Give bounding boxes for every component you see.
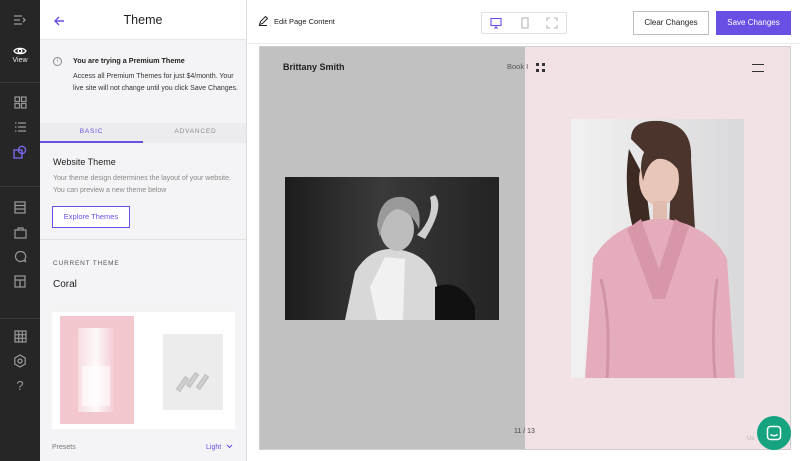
chevron-down-icon [226,444,233,449]
tab-advanced[interactable]: ADVANCED [144,123,246,143]
eye-icon [13,47,27,55]
nav-link-book[interactable]: Book I [507,62,528,71]
bag-icon[interactable] [0,226,40,239]
view-label: View [12,57,28,64]
fullscreen-icon[interactable] [546,16,558,34]
grid-icon[interactable] [0,96,40,109]
presets-value: Light [206,444,222,451]
menu-expand-icon[interactable] [0,14,40,26]
slide-counter: 11 / 13 [514,428,535,435]
info-icon: i [53,57,62,66]
black-white-portrait-photo [285,177,499,320]
view-button[interactable]: View [0,46,40,64]
current-theme-label: CURRENT THEME [53,260,120,267]
desktop-icon[interactable] [490,16,502,34]
help-icon[interactable]: ? [0,378,40,393]
notice-title: You are trying a Premium Theme [73,56,185,65]
theme-editor: View ? Theme i You are trying a Premium … [0,0,800,461]
edit-page-content-label: Edit Page Content [274,16,335,26]
page-icon[interactable] [0,275,40,288]
list-icon[interactable] [0,121,40,133]
clear-changes-button[interactable]: Clear Changes [633,11,709,35]
pink-coat-portrait-photo [571,119,744,378]
table-icon[interactable] [0,201,40,214]
explore-themes-button[interactable]: Explore Themes [52,206,130,228]
hamburger-menu-icon[interactable] [752,64,764,72]
edit-page-content-button[interactable]: Edit Page Content [258,16,335,26]
presets-dropdown[interactable]: Light [206,444,233,451]
website-theme-description: Your theme design determines the layout … [53,175,231,194]
presets-label: Presets [52,444,76,451]
save-changes-button[interactable]: Save Changes [716,11,791,35]
theme-thumbnail[interactable] [52,306,235,429]
gallery-grid-icon[interactable] [536,63,545,72]
footer-link-partial[interactable]: Us [747,436,754,442]
current-theme-name: Coral [53,279,77,290]
notice-body: Access all Premium Themes for just $4/mo… [73,73,238,92]
settings-icon[interactable] [0,354,40,368]
device-switcher [481,12,567,34]
chat-icon [766,425,782,441]
panel-header: Theme [40,0,246,40]
support-chat-button[interactable] [757,416,791,450]
website-theme-section: Website Theme Your theme design determin… [40,143,246,240]
website-theme-heading: Website Theme [53,157,116,167]
premium-notice: i You are trying a Premium Theme Access … [40,44,246,114]
apps-icon[interactable] [0,330,40,343]
panel-title: Theme [123,13,163,27]
chat-bubble-icon[interactable] [0,250,40,263]
thumbnail-gray-panel [163,334,223,410]
theme-panel: Theme i You are trying a Premium Theme A… [40,0,247,461]
panel-tabs: BASIC ADVANCED [40,123,246,143]
shapes-icon[interactable] [0,145,40,159]
site-preview: Brittany Smith Book I 11 / 13 Us [259,46,791,450]
top-toolbar: Edit Page Content Clear Changes Save Cha… [247,0,800,44]
site-brand[interactable]: Brittany Smith [283,62,345,72]
tab-basic[interactable]: BASIC [40,123,143,143]
icon-rail: View ? [0,0,40,461]
tablet-icon[interactable] [519,16,531,34]
pencil-icon [258,16,268,26]
